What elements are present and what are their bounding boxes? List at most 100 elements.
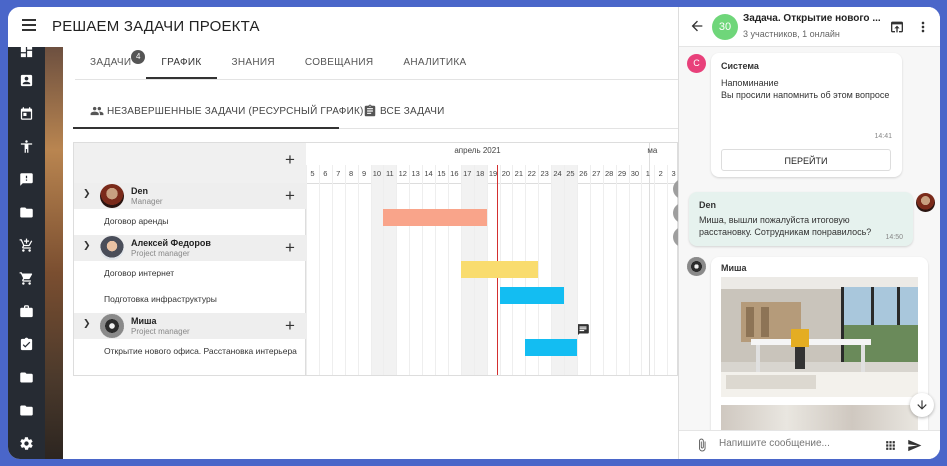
day-label: 26 bbox=[579, 169, 588, 178]
task-bar[interactable] bbox=[383, 209, 487, 226]
avatar bbox=[687, 257, 706, 276]
task-name[interactable]: Открытие нового офиса. Расстановка интер… bbox=[104, 346, 297, 356]
tab-label: ЗАДАЧИ bbox=[90, 57, 132, 68]
task-name[interactable]: Договор аренды bbox=[104, 216, 168, 226]
chevron-down-icon[interactable]: ❯ bbox=[83, 318, 91, 329]
day-column bbox=[589, 165, 603, 375]
send-icon[interactable] bbox=[907, 438, 922, 453]
message-text: Напоминание bbox=[721, 78, 779, 88]
sidebar-item-folder-2[interactable] bbox=[18, 369, 35, 386]
avatar bbox=[100, 314, 124, 338]
apps-icon[interactable] bbox=[884, 439, 897, 452]
sidebar-item-dashboard[interactable] bbox=[18, 43, 35, 60]
add-task-button[interactable]: + bbox=[285, 187, 295, 204]
calendar-icon bbox=[20, 107, 33, 120]
sidebar-item-people[interactable] bbox=[18, 138, 35, 155]
divider bbox=[75, 79, 678, 80]
task-bar[interactable] bbox=[499, 287, 564, 304]
day-column bbox=[615, 165, 629, 375]
tab-tasks[interactable]: ЗАДАЧИ 4 bbox=[75, 47, 146, 79]
tab-analytics[interactable]: АНАЛИТИКА bbox=[388, 47, 481, 79]
sidebar-item-briefcase[interactable] bbox=[18, 303, 35, 320]
active-subtab-indicator bbox=[73, 127, 339, 129]
sidebar bbox=[8, 45, 45, 459]
folder-icon bbox=[20, 207, 33, 218]
sidebar-item-add-cart[interactable] bbox=[18, 237, 35, 254]
office-photo[interactable] bbox=[721, 277, 918, 397]
day-label: 21 bbox=[514, 169, 523, 178]
sidebar-item-calendar[interactable] bbox=[18, 105, 35, 122]
message-author: Миша bbox=[721, 263, 747, 273]
message-den: Den Миша, вышли пожалуйста итоговую расс… bbox=[689, 192, 913, 246]
subtab-label: ВСЕ ЗАДАЧИ bbox=[380, 105, 445, 117]
day-label: 2 bbox=[658, 169, 663, 178]
day-column bbox=[383, 165, 397, 375]
resource-list: + ❯ Den Manager + Договор аренды ❯ Алекс… bbox=[74, 143, 306, 375]
attach-icon[interactable] bbox=[695, 438, 709, 452]
office-photo-illustration bbox=[721, 277, 918, 397]
avatar: С bbox=[687, 54, 706, 73]
resource-row-alexey[interactable]: ❯ Алексей Федоров Project manager + bbox=[74, 235, 306, 261]
dashboard-icon bbox=[20, 45, 33, 58]
day-label: 20 bbox=[501, 169, 511, 178]
task-name[interactable]: Договор интернет bbox=[104, 268, 174, 278]
arrow-down-icon bbox=[917, 400, 927, 410]
chevron-down-icon[interactable]: ❯ bbox=[83, 188, 91, 199]
scroll-down-button[interactable] bbox=[910, 393, 934, 417]
menu-icon[interactable] bbox=[22, 19, 36, 33]
background-image bbox=[45, 47, 63, 459]
message-author: Den bbox=[699, 200, 717, 210]
day-label: 28 bbox=[604, 169, 614, 178]
avatar bbox=[916, 193, 935, 212]
next-month-label: ма bbox=[647, 146, 658, 155]
tab-label: ГРАФИК bbox=[161, 57, 202, 68]
clipboard-icon bbox=[364, 104, 376, 117]
tab-label: ЗНАНИЯ bbox=[231, 57, 275, 68]
sidebar-item-cart[interactable] bbox=[18, 270, 35, 287]
contacts-icon bbox=[20, 74, 33, 87]
day-column bbox=[409, 165, 422, 375]
task-bar[interactable] bbox=[525, 339, 577, 356]
sidebar-item-feedback[interactable] bbox=[18, 171, 35, 188]
task-name[interactable]: Подготовка инфраструктуры bbox=[104, 294, 217, 304]
resource-name: Den bbox=[131, 186, 149, 196]
main-content: ЗАДАЧИ 4 ГРАФИК ЗНАНИЯ СОВЕЩАНИЯ АНАЛИТИК… bbox=[63, 47, 678, 459]
day-label: 14 bbox=[424, 169, 433, 178]
message-input[interactable] bbox=[719, 438, 869, 449]
day-column bbox=[306, 165, 319, 375]
chat-messages: С Система Напоминание Вы просили напомни… bbox=[679, 47, 940, 430]
tab-meetings[interactable]: СОВЕЩАНИЯ bbox=[290, 47, 389, 79]
task-count-badge: 4 bbox=[131, 50, 146, 64]
sidebar-item-folder[interactable] bbox=[18, 204, 35, 221]
second-photo-preview[interactable] bbox=[721, 405, 918, 430]
chat-panel: 30 Задача. Открытие нового ... 3 участни… bbox=[678, 7, 940, 459]
add-task-button[interactable]: + bbox=[285, 239, 295, 256]
more-vert-icon[interactable] bbox=[915, 19, 931, 35]
sidebar-item-contacts[interactable] bbox=[18, 72, 35, 89]
resource-role: Project manager bbox=[131, 249, 190, 258]
day-label: 23 bbox=[540, 169, 549, 178]
resource-row-den[interactable]: ❯ Den Manager + bbox=[74, 183, 306, 209]
day-column bbox=[641, 165, 654, 375]
back-arrow-icon[interactable] bbox=[689, 18, 705, 34]
tab-schedule[interactable]: ГРАФИК bbox=[146, 47, 217, 79]
subtab-resource-schedule[interactable]: НЕЗАВЕРШЕННЫЕ ЗАДАЧИ (РЕСУРСНЫЙ ГРАФИК) bbox=[90, 102, 364, 120]
tab-knowledge[interactable]: ЗНАНИЯ bbox=[217, 47, 290, 79]
add-resource-button[interactable]: + bbox=[285, 151, 295, 168]
day-column bbox=[628, 165, 642, 375]
day-column bbox=[422, 165, 435, 375]
resource-row-misha[interactable]: ❯ Миша Project manager + bbox=[74, 313, 306, 339]
sidebar-item-tasks[interactable] bbox=[18, 336, 35, 353]
add-task-button[interactable]: + bbox=[285, 317, 295, 334]
chevron-down-icon[interactable]: ❯ bbox=[83, 240, 91, 251]
open-in-window-icon[interactable] bbox=[889, 19, 905, 35]
day-label: 13 bbox=[411, 169, 420, 178]
day-label: 11 bbox=[385, 169, 394, 178]
sidebar-item-settings[interactable] bbox=[18, 435, 35, 452]
tab-label: СОВЕЩАНИЯ bbox=[304, 57, 374, 68]
sidebar-item-folder-3[interactable] bbox=[18, 402, 35, 419]
task-bar[interactable] bbox=[460, 261, 539, 278]
subtab-all-tasks[interactable]: ВСЕ ЗАДАЧИ bbox=[363, 102, 445, 120]
day-label: 22 bbox=[527, 169, 536, 178]
go-to-button[interactable]: ПЕРЕЙТИ bbox=[721, 149, 891, 171]
